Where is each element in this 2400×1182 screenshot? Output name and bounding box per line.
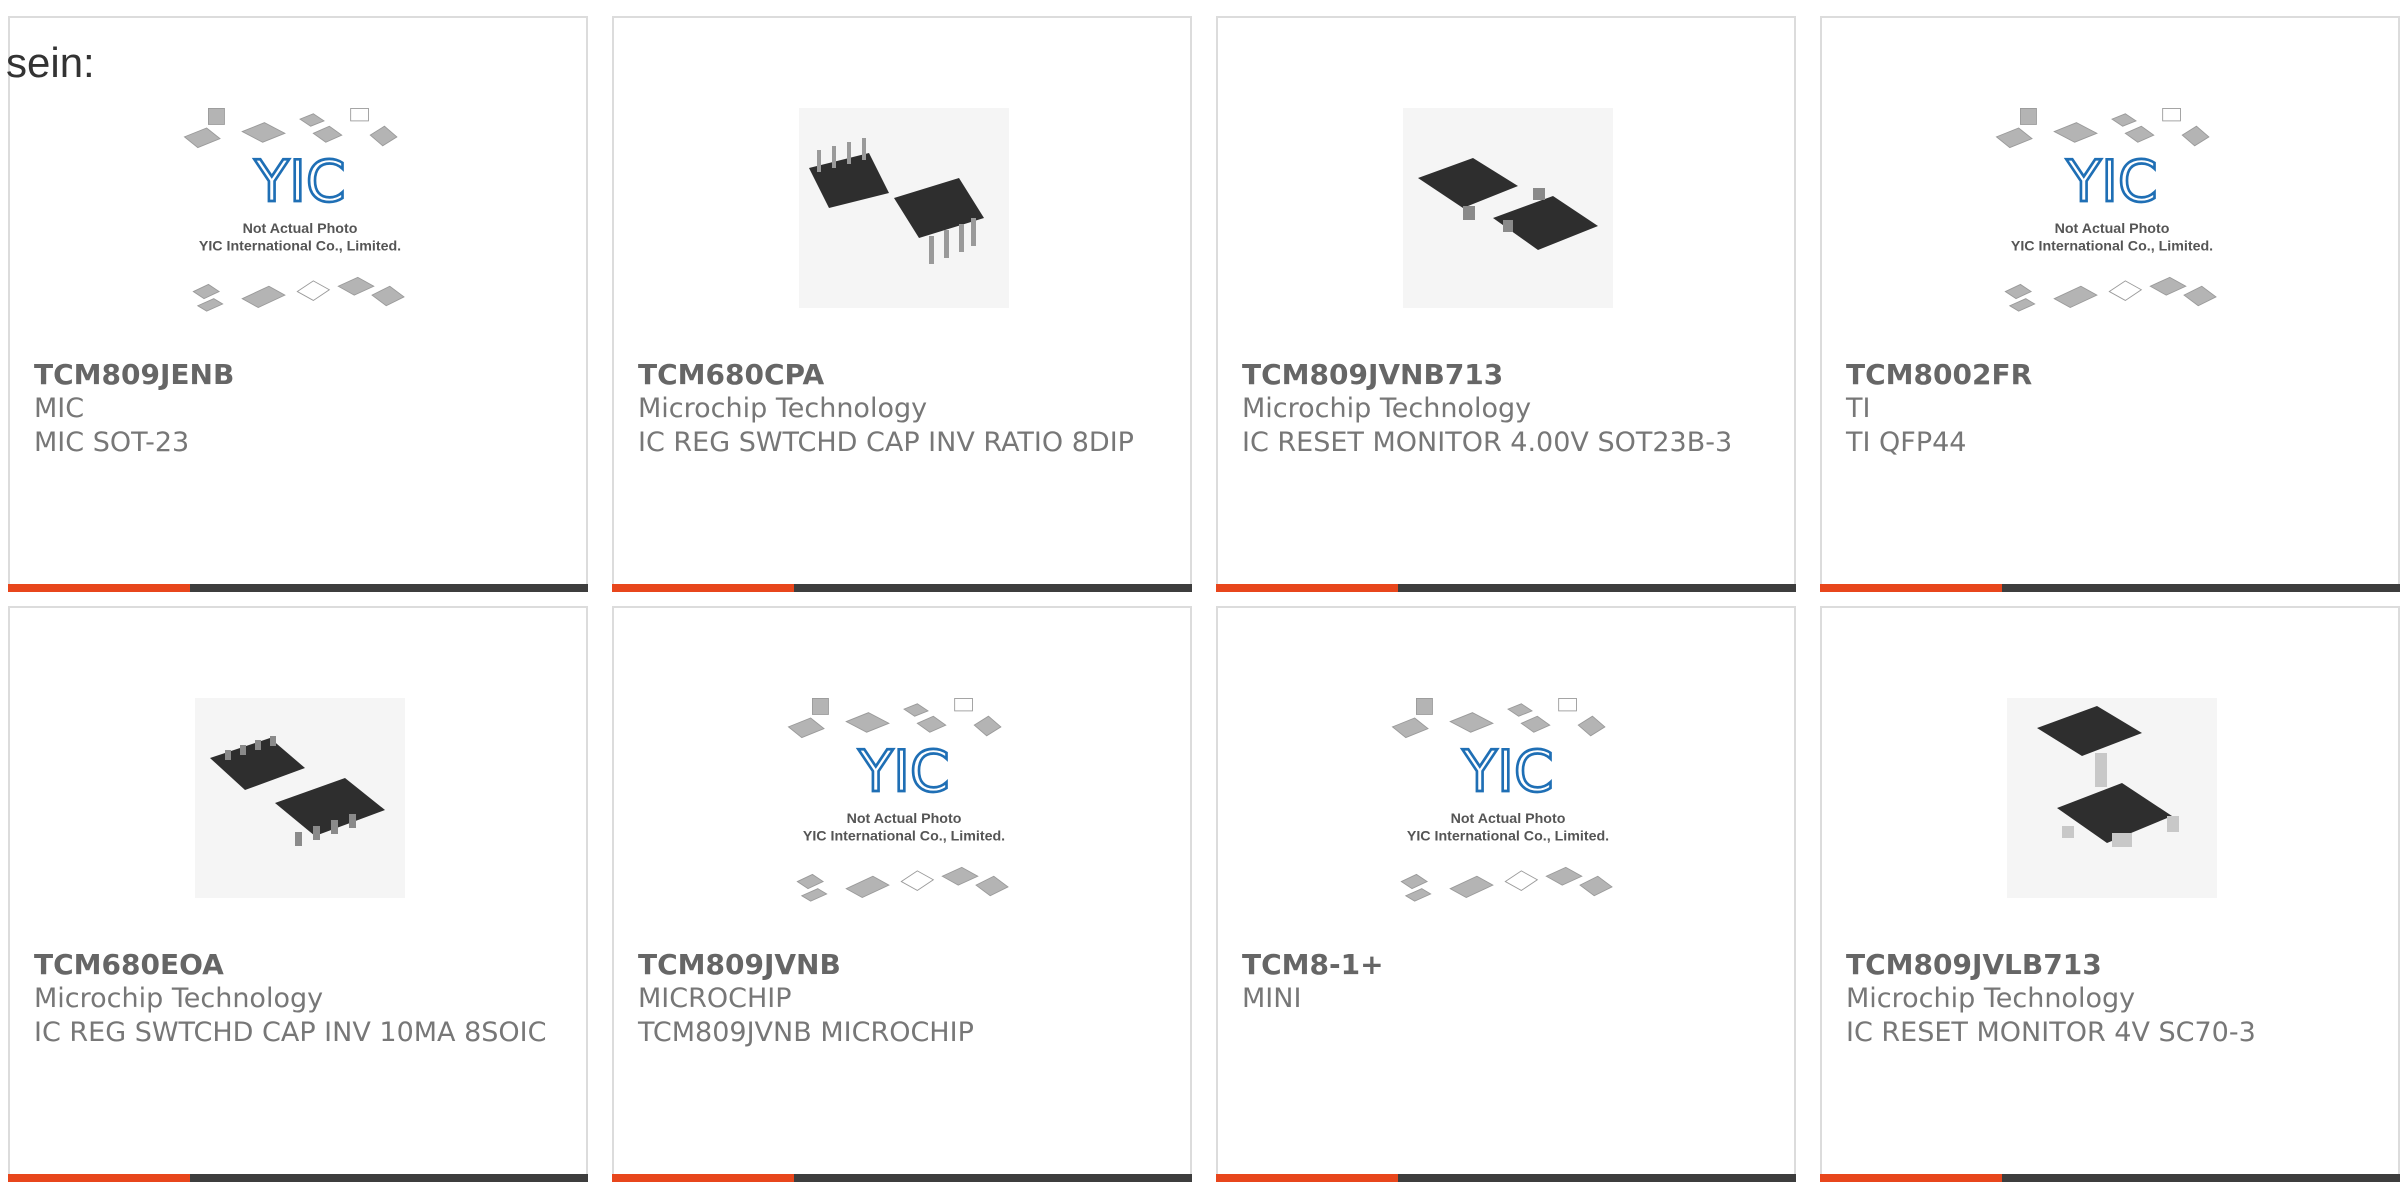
product-description: IC REG SWTCHD CAP INV 10MA 8SOIC	[34, 1017, 547, 1048]
yic-logo: YIC	[857, 739, 949, 805]
product-description: IC RESET MONITOR 4.00V SOT23B-3	[1242, 427, 1733, 458]
product-manufacturer: MIC	[34, 393, 85, 424]
product-image-dip8[interactable]	[784, 88, 1024, 328]
product-image-placeholder[interactable]: YIC Not Actual Photo YIC International C…	[1388, 678, 1628, 918]
product-description: TI QFP44	[1846, 427, 1967, 458]
product-manufacturer: Microchip Technology	[34, 983, 324, 1014]
product-grid: YIC Not Actual Photo YIC International C…	[8, 16, 2400, 1182]
product-card[interactable]: YIC Not Actual Photo YIC International C…	[1216, 606, 1796, 1182]
product-part-number-link[interactable]: TCM809JVNB	[638, 948, 1166, 982]
svg-text:YIC International Co., Limited: YIC International Co., Limited.	[803, 829, 1005, 845]
card-accent-bar	[612, 1174, 1192, 1182]
product-image-placeholder[interactable]: YIC Not Actual Photo YIC International C…	[784, 678, 1024, 918]
svg-text:Not Actual Photo: Not Actual Photo	[847, 811, 962, 827]
yic-logo: YIC	[1461, 739, 1553, 805]
product-manufacturer: Microchip Technology	[1242, 393, 1532, 424]
product-part-number-link[interactable]: TCM8002FR	[1846, 358, 2374, 392]
product-card[interactable]: YIC Not Actual Photo YIC International C…	[612, 606, 1192, 1182]
card-accent-bar	[8, 584, 588, 592]
product-part-number-link[interactable]: TCM8-1+	[1242, 948, 1770, 982]
product-image-placeholder[interactable]: YIC Not Actual Photo YIC International C…	[1992, 88, 2232, 328]
product-image-sot23[interactable]	[1388, 88, 1628, 328]
product-manufacturer: MICROCHIP	[638, 983, 792, 1014]
svg-text:YIC International Co., Limited: YIC International Co., Limited.	[1407, 829, 1609, 845]
product-part-number-link[interactable]: TCM809JVLB713	[1846, 948, 2374, 982]
product-card[interactable]: TCM680EOA Microchip Technology IC REG SW…	[8, 606, 588, 1182]
intro-text: sein:	[6, 39, 95, 86]
product-part-number-link[interactable]: TCM809JVNB713	[1242, 358, 1770, 392]
product-part-number-link[interactable]: TCM680CPA	[638, 358, 1166, 392]
product-card[interactable]: YIC Not Actual Photo YIC International C…	[1820, 16, 2400, 592]
svg-text:YIC International Co., Limited: YIC International Co., Limited.	[199, 239, 401, 255]
product-manufacturer: TI	[1846, 393, 1871, 424]
product-part-number-link[interactable]: TCM680EOA	[34, 948, 562, 982]
product-manufacturer: Microchip Technology	[638, 393, 928, 424]
product-image-sc70[interactable]	[1992, 678, 2232, 918]
product-card[interactable]: TCM809JVLB713 Microchip Technology IC RE…	[1820, 606, 2400, 1182]
svg-text:Not Actual Photo: Not Actual Photo	[243, 221, 358, 237]
product-description: MIC SOT-23	[34, 427, 190, 458]
card-accent-bar	[1820, 1174, 2400, 1182]
card-accent-bar	[1216, 1174, 1796, 1182]
yic-logo: YIC	[253, 149, 345, 215]
svg-text:Not Actual Photo: Not Actual Photo	[2055, 221, 2170, 237]
product-description: IC REG SWTCHD CAP INV RATIO 8DIP	[638, 427, 1134, 458]
svg-text:YIC International Co., Limited: YIC International Co., Limited.	[2011, 239, 2213, 255]
card-accent-bar	[1216, 584, 1796, 592]
product-part-number-link[interactable]: TCM809JENB	[34, 358, 562, 392]
product-manufacturer: Microchip Technology	[1846, 983, 2136, 1014]
product-card[interactable]: YIC Not Actual Photo YIC International C…	[8, 16, 588, 592]
product-card[interactable]: TCM680CPA Microchip Technology IC REG SW…	[612, 16, 1192, 592]
product-card[interactable]: TCM809JVNB713 Microchip Technology IC RE…	[1216, 16, 1796, 592]
svg-text:Not Actual Photo: Not Actual Photo	[1451, 811, 1566, 827]
card-accent-bar	[1820, 584, 2400, 592]
card-accent-bar	[612, 584, 1192, 592]
card-accent-bar	[8, 1174, 588, 1182]
yic-logo: YIC	[2065, 149, 2157, 215]
product-image-soic8[interactable]	[180, 678, 420, 918]
product-description: TCM809JVNB MICROCHIP	[638, 1017, 974, 1048]
product-image-placeholder[interactable]: YIC Not Actual Photo YIC International C…	[180, 88, 420, 328]
product-description: IC RESET MONITOR 4V SC70-3	[1846, 1017, 2256, 1048]
product-manufacturer: MINI	[1242, 983, 1302, 1014]
